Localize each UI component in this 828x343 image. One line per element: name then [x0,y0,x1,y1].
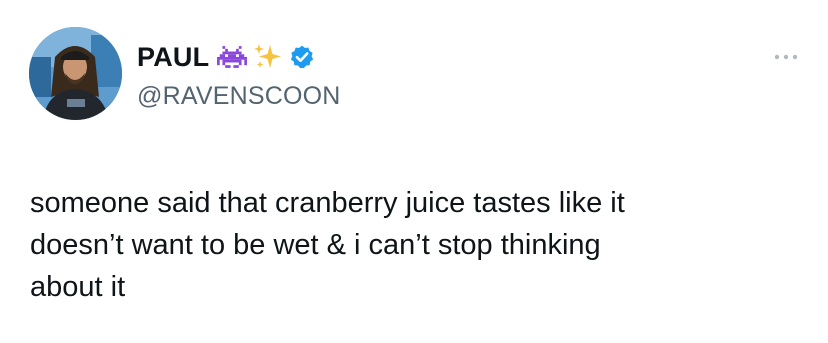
tweet-text: someone said that cranberry juice tastes… [30,187,625,303]
space-invader-icon [217,45,248,69]
handle[interactable]: @RAVENSCOON [137,81,341,111]
more-options-button[interactable] [772,48,800,66]
display-name[interactable]: PAUL [137,41,209,73]
tweet-card: PAUL @RAVENSCOON someone said that cranb… [0,0,828,343]
sparkles-icon [253,43,283,71]
avatar-image [29,27,122,120]
more-horizontal-icon [774,54,798,60]
name-row: PAUL [137,41,315,73]
verified-badge-icon [289,44,315,70]
avatar[interactable] [29,27,122,120]
